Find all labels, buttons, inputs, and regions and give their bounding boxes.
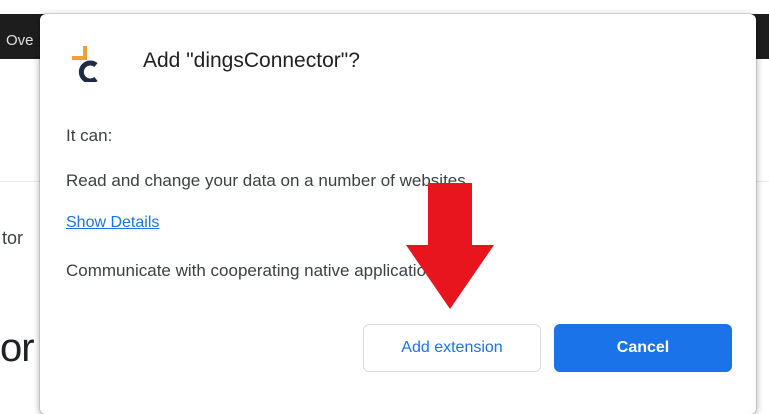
permissions-heading: It can: [66, 126, 113, 145]
cancel-button[interactable]: Cancel [554, 324, 732, 372]
red-arrow-annotation-icon [406, 183, 494, 309]
show-details-link[interactable]: Show Details [66, 214, 159, 232]
background-text-fragment: tor [2, 228, 24, 248]
add-extension-button[interactable]: Add extension [363, 324, 541, 372]
permission-item-native-messaging: Communicate with cooperating native appl… [66, 261, 444, 280]
dings-connector-logo-icon [72, 46, 98, 82]
dialog-title: Add "dingsConnector"? [143, 49, 360, 72]
add-extension-dialog: Add "dingsConnector"? It can: Read and c… [40, 14, 756, 414]
background-heading-fragment: or [0, 326, 35, 370]
background-topbar-text: Ove [6, 32, 34, 49]
